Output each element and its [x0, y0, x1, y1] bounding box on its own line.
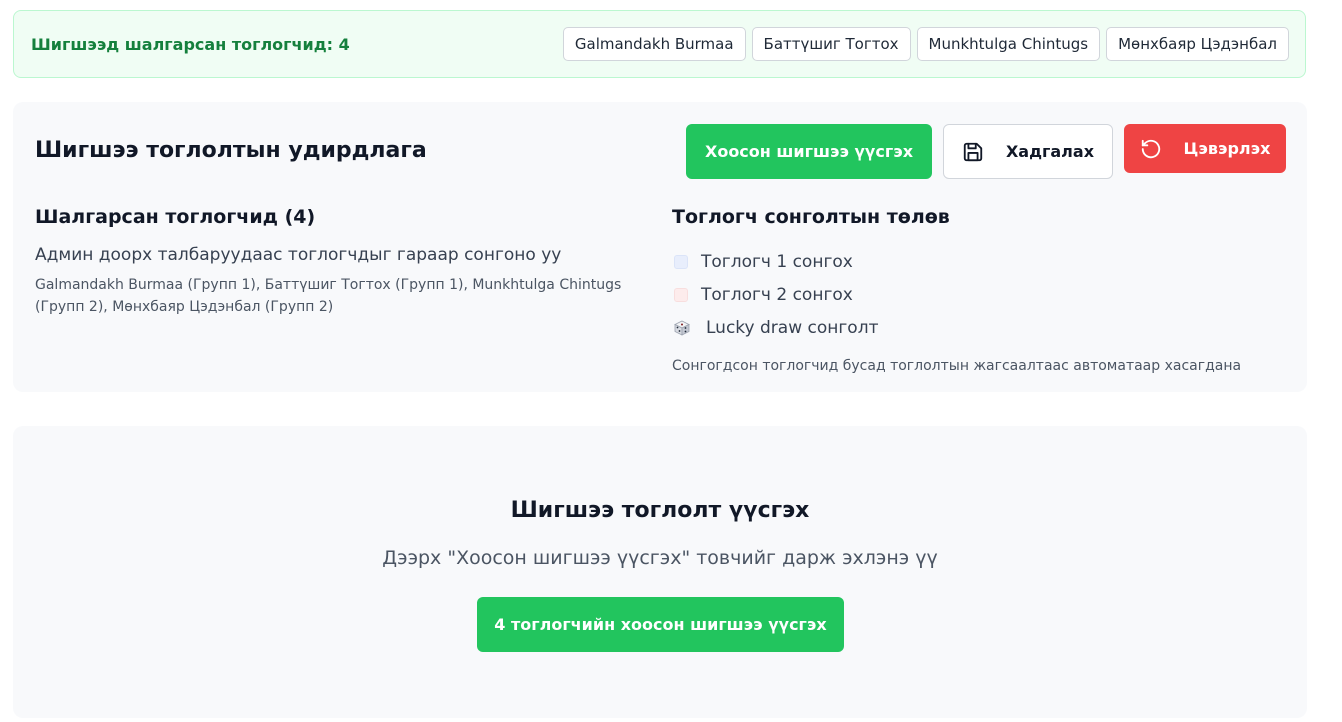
create-bracket-section: Шигшээ тоглолт үүсгэх Дээрх "Хоосон шигш… — [13, 426, 1307, 718]
reset-button-label: Цэвэрлэх — [1183, 139, 1271, 158]
selected-players-hint: Админ доорх талбаруудаас тоглогчдыг гара… — [35, 245, 562, 265]
player2-option[interactable]: Тоглогч 2 сонгох — [672, 278, 1272, 311]
selected-players-list: Galmandakh Burmaa (Групп 1), Баттүшиг То… — [35, 277, 622, 315]
banner-title: Шигшээд шалгарсан тоглогчид: 4 — [31, 34, 350, 54]
create-bracket-subtitle: Дээрх "Хоосон шигшээ үүсгэх" товчийг дар… — [382, 547, 938, 569]
player-chip: Munkhtulga Chintugs — [916, 27, 1101, 61]
selection-note: Сонгогдсон тоглогчид бусад тоглолтын жаг… — [672, 358, 1242, 374]
player2-option-label: Тоглогч 2 сонгох — [701, 284, 853, 305]
panel-actions: Хоосон шигшээ үүсгэх Хадгалах Цэвэрлэх — [686, 124, 1286, 179]
selection-status-section: Тоглогч сонголтын төлөв Тоглогч 1 сонгох… — [672, 206, 1272, 374]
reset-button[interactable]: Цэвэрлэх — [1124, 124, 1286, 173]
selection-status-title: Тоглогч сонголтын төлөв — [672, 206, 950, 228]
qualified-banner: Шигшээд шалгарсан тоглогчид: 4 Galmandak… — [13, 10, 1306, 78]
page: Шигшээд шалгарсан тоглогчид: 4 Galmandak… — [0, 0, 1342, 722]
player-chip: Мөнхбаяр Цэдэнбал — [1106, 27, 1289, 61]
qualified-chips: Galmandakh Burmaa Баттүшиг Тогтох Munkht… — [562, 27, 1289, 61]
lucky-draw-option[interactable]: Lucky draw сонголт — [672, 311, 1272, 344]
panel-title: Шигшээ тоглолтын удирдлага — [35, 138, 427, 163]
save-icon — [962, 141, 984, 163]
player1-checkbox[interactable] — [674, 254, 688, 269]
player2-checkbox[interactable] — [674, 287, 688, 302]
player1-option-label: Тоглогч 1 сонгох — [701, 251, 853, 272]
selected-players-section: Шалгарсан тоглогчид (4) Админ доорх талб… — [35, 206, 635, 318]
create-4-player-bracket-button[interactable]: 4 тоглогчийн хоосон шигшээ үүсгэх — [477, 597, 844, 652]
dice-icon — [674, 320, 690, 336]
rotate-ccw-icon — [1140, 138, 1162, 160]
create-empty-bracket-button[interactable]: Хоосон шигшээ үүсгэх — [686, 124, 932, 179]
player-chip: Баттүшиг Тогтох — [751, 27, 911, 61]
player1-option[interactable]: Тоглогч 1 сонгох — [672, 245, 1272, 278]
save-button[interactable]: Хадгалах — [943, 124, 1113, 179]
save-button-label: Хадгалах — [1005, 142, 1095, 161]
lucky-draw-option-label: Lucky draw сонголт — [706, 317, 879, 338]
player-chip: Galmandakh Burmaa — [562, 27, 746, 61]
control-panel: Шигшээ тоглолтын удирдлага Хоосон шигшээ… — [13, 102, 1307, 392]
create-bracket-title: Шигшээ тоглолт үүсгэх — [510, 498, 810, 523]
selected-players-title: Шалгарсан тоглогчид (4) — [35, 206, 316, 228]
